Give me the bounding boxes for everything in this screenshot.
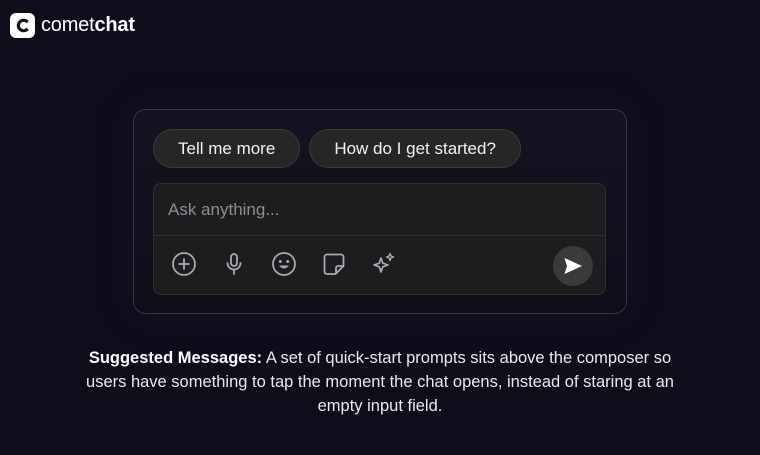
sticker-icon[interactable] bbox=[320, 250, 348, 278]
cometchat-logo: cometchat bbox=[10, 13, 135, 38]
message-composer bbox=[153, 183, 606, 295]
add-icon[interactable] bbox=[170, 250, 198, 278]
send-icon bbox=[564, 258, 582, 274]
suggestion-chip[interactable]: Tell me more bbox=[153, 129, 301, 168]
emoji-icon[interactable] bbox=[270, 250, 298, 278]
suggestion-chip[interactable]: How do I get started? bbox=[309, 129, 521, 168]
suggested-messages: Tell me more How do I get started? bbox=[153, 129, 521, 168]
ai-sparkle-icon[interactable] bbox=[370, 250, 398, 278]
feature-caption: Suggested Messages: A set of quick-start… bbox=[70, 346, 690, 418]
chat-composer-panel: Tell me more How do I get started? bbox=[133, 109, 627, 314]
cometchat-logo-icon bbox=[10, 13, 35, 38]
send-button[interactable] bbox=[553, 246, 593, 286]
caption-title: Suggested Messages: bbox=[88, 349, 263, 367]
brand-name: cometchat bbox=[41, 14, 135, 36]
composer-divider bbox=[154, 235, 605, 236]
message-input[interactable] bbox=[154, 184, 605, 235]
microphone-icon[interactable] bbox=[220, 250, 248, 278]
